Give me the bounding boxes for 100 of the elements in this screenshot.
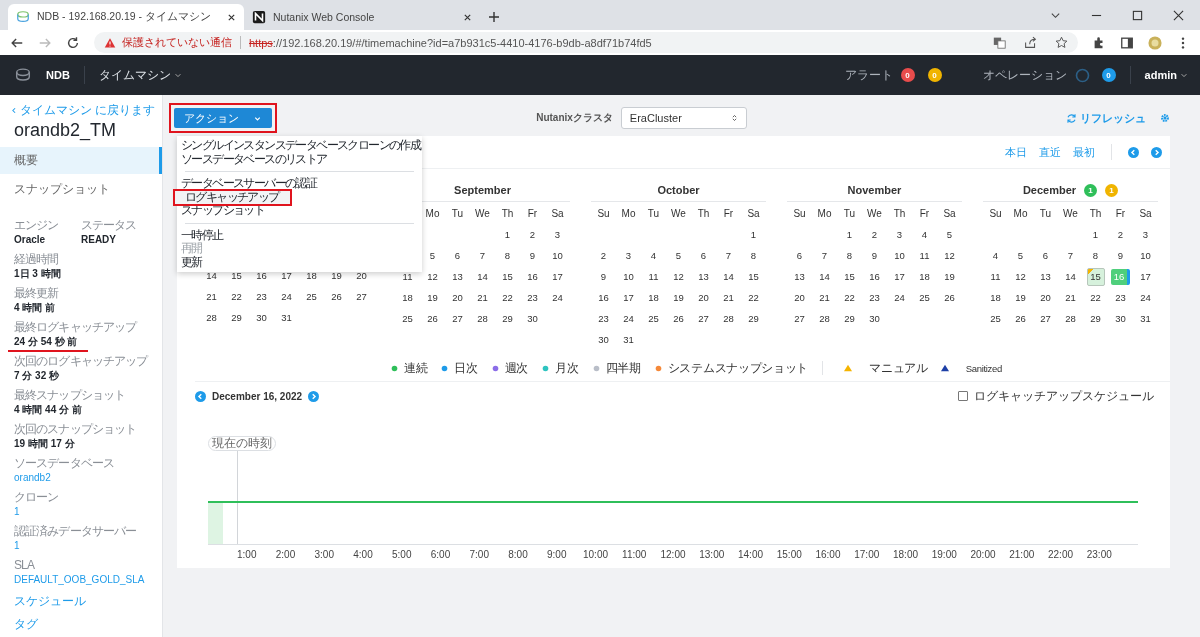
calendar-day[interactable]: 29 [841,310,858,327]
calendar-day[interactable]: 22 [841,289,858,306]
calendar-day[interactable]: 29 [228,309,245,326]
checkbox-label[interactable]: ログキャッチアップスケジュール [974,387,1154,405]
new-tab-icon[interactable] [488,11,500,23]
calendar-day[interactable]: 18 [399,289,416,306]
calendar-day[interactable]: 25 [916,289,933,306]
calendar-day[interactable]: 9 [1112,247,1129,264]
alert-count-badge[interactable]: 0 [900,68,915,82]
calendar-day[interactable]: 22 [745,289,762,306]
calendar-day[interactable]: 4 [987,247,1004,264]
maximize-icon[interactable] [1132,9,1143,21]
calendar-day[interactable]: 1 [1087,226,1104,243]
calendar-day[interactable]: 30 [866,310,883,327]
calendar-day[interactable]: 21 [816,289,833,306]
settings-icon[interactable] [1160,113,1170,123]
calendar-day[interactable]: 27 [695,310,712,327]
calendar-day[interactable]: 5 [424,247,441,264]
calendar-day[interactable]: 19 [424,289,441,306]
checkbox[interactable] [958,391,968,401]
calendar-day[interactable]: 5 [670,247,687,264]
calendar-day[interactable]: 8 [745,247,762,264]
calendar-day[interactable]: 26 [1012,310,1029,327]
menu-item[interactable]: スナップショット [177,204,422,218]
calendar-day[interactable]: 10 [549,247,566,264]
calendar-day[interactable]: 14 [474,268,491,285]
calendar-day[interactable]: 20 [353,267,370,284]
calendar-day[interactable]: 2 [1112,226,1129,243]
calendar-day[interactable]: 23 [595,310,612,327]
close-icon[interactable] [463,12,472,22]
share-icon[interactable] [1024,36,1037,49]
calendar-day[interactable]: 6 [1037,247,1054,264]
calendar-day[interactable]: 14 [816,268,833,285]
calendar-day[interactable]: 15 [228,267,245,284]
calendar-day[interactable]: 26 [670,310,687,327]
menu-item[interactable]: ソースデータベースのリストア [177,152,422,166]
side-panel-icon[interactable] [1120,35,1134,50]
calendar-day[interactable]: 1 [499,226,516,243]
calendar-day[interactable]: 11 [399,268,416,285]
calendar-day[interactable]: 20 [449,289,466,306]
calendar-day[interactable]: 31 [620,331,637,348]
calendar-day[interactable]: 15 [499,268,516,285]
calendar-day[interactable]: 23 [866,289,883,306]
calendar-day[interactable]: 2 [524,226,541,243]
calendar-day[interactable]: 13 [1037,268,1054,285]
section-menu[interactable]: タイムマシン [98,66,182,84]
calendar-day[interactable]: 7 [474,247,491,264]
calendar-day[interactable]: 26 [424,310,441,327]
calendar-day[interactable]: 7 [720,247,737,264]
calendar-day[interactable]: 25 [645,310,662,327]
calendar-day[interactable]: 17 [278,267,295,284]
calendar-day[interactable]: 15 [841,268,858,285]
calendar-day[interactable]: 19 [328,267,345,284]
alerts-label[interactable]: アラート [844,66,893,84]
next-icon[interactable] [1151,146,1162,158]
calendar-day[interactable]: 7 [1062,247,1079,264]
calendar-day[interactable]: 15 [745,268,762,285]
calendar-day[interactable]: 20 [791,289,808,306]
browser-tab[interactable]: NDB - 192.168.20.19 - タイムマシン [8,4,244,30]
calendar-day[interactable]: 24 [891,289,908,306]
calendar-day[interactable]: 19 [670,289,687,306]
calendar-day[interactable]: 23 [1112,289,1129,306]
calendar-day[interactable]: 22 [228,288,245,305]
caret-icon[interactable] [1180,71,1188,79]
address-bar[interactable]: 保護されていない通信 https://192.168.20.19/#/timemachine?id=a7b931c5-4410-4176-b9db-a8df71b74fd5 [94,32,1078,53]
calendar-day[interactable]: 28 [474,310,491,327]
calendar-day[interactable]: 1 [841,226,858,243]
calendar-day[interactable]: 20 [695,289,712,306]
calendar-day[interactable]: 30 [524,310,541,327]
calendar-day[interactable]: 31 [278,309,295,326]
calendar-day[interactable]: 9 [866,247,883,264]
calendar-day[interactable]: 12 [941,247,958,264]
calendar-day[interactable]: 11 [645,268,662,285]
calendar-day[interactable]: 16 [253,267,270,284]
calendar-day[interactable]: 13 [791,268,808,285]
next-icon[interactable] [308,390,320,402]
caret-icon[interactable] [173,71,182,79]
cluster-select[interactable]: EraCluster [620,107,747,129]
calendar-day[interactable]: 22 [499,289,516,306]
calendar-day[interactable]: 27 [791,310,808,327]
calendar-day[interactable]: 15 [1086,267,1105,286]
calendar-day[interactable]: 26 [328,288,345,305]
action-button[interactable]: アクション [174,108,272,128]
calendar-day[interactable]: 24 [1137,289,1154,306]
calendar-day[interactable]: 31 [1137,310,1154,327]
calendar-day[interactable]: 27 [353,288,370,305]
calendar-day[interactable]: 28 [816,310,833,327]
calendar-day[interactable]: 10 [620,268,637,285]
calendar-day[interactable]: 27 [449,310,466,327]
star-icon[interactable] [1055,36,1068,49]
calendar-day[interactable]: 16 [866,268,883,285]
calendar-day[interactable]: 24 [620,310,637,327]
calendar-day[interactable]: 18 [303,267,320,284]
calendar-day[interactable]: 10 [891,247,908,264]
close-icon[interactable] [227,12,236,22]
calendar-day[interactable]: 17 [891,268,908,285]
calendar-day[interactable]: 25 [303,288,320,305]
calendar-day[interactable]: 6 [449,247,466,264]
menu-item[interactable]: ログキャッチアップ [175,190,290,204]
calendar-day[interactable]: 26 [941,289,958,306]
